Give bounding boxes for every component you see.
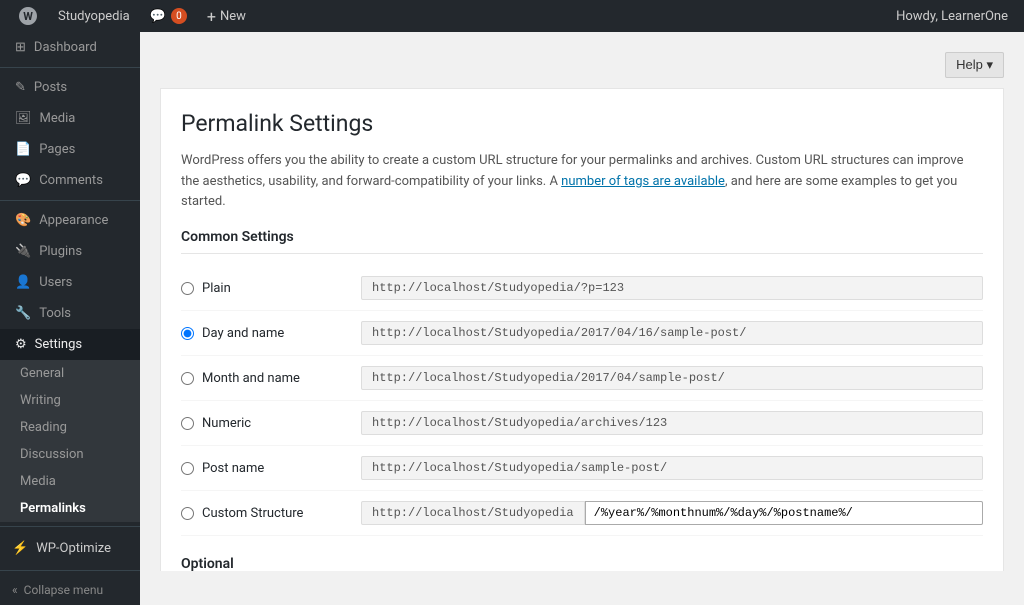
sidebar-item-posts[interactable]: ✎ Posts	[0, 72, 140, 103]
collapse-menu-button[interactable]: « Collapse menu	[0, 575, 140, 605]
intro-paragraph: WordPress offers you the ability to crea…	[181, 151, 983, 213]
site-name: Studyopedia	[58, 9, 130, 24]
new-content-item[interactable]: + New	[197, 0, 256, 32]
submenu-discussion[interactable]: Discussion	[0, 441, 140, 468]
post-name-url: http://localhost/Studyopedia/sample-post…	[361, 456, 983, 480]
numeric-label[interactable]: Numeric	[181, 416, 361, 431]
comments-item[interactable]: 💬 0	[140, 0, 197, 32]
sidebar-item-label: Tools	[39, 306, 71, 321]
permalink-row-post-name: Post name http://localhost/Studyopedia/s…	[181, 446, 983, 491]
post-name-label[interactable]: Post name	[181, 461, 361, 476]
custom-url-input[interactable]	[585, 501, 983, 525]
settings-icon: ⚙	[15, 337, 27, 352]
pages-icon: 📄	[15, 142, 31, 157]
site-name-item[interactable]: Studyopedia	[48, 0, 140, 32]
numeric-url: http://localhost/Studyopedia/archives/12…	[361, 411, 983, 435]
posts-icon: ✎	[15, 80, 26, 95]
page-title: Permalink Settings	[181, 109, 983, 139]
month-name-radio[interactable]	[181, 372, 194, 385]
settings-wrap: Permalink Settings WordPress offers you …	[160, 88, 1004, 571]
comment-icon: 💬	[150, 9, 166, 24]
day-name-label[interactable]: Day and name	[181, 326, 361, 341]
sidebar-item-label: Appearance	[39, 213, 108, 228]
main-content: Help ▾ Permalink Settings WordPress offe…	[140, 32, 1024, 571]
appearance-icon: 🎨	[15, 213, 31, 228]
plain-radio[interactable]	[181, 282, 194, 295]
plus-icon: +	[207, 7, 216, 26]
sidebar-item-label: Settings	[35, 337, 82, 352]
admin-bar: W Studyopedia 💬 0 + New Howdy, LearnerOn…	[0, 0, 1024, 32]
optional-title: Optional	[181, 556, 983, 571]
sidebar: ⊞ Dashboard ✎ Posts 🖼 Media 📄 Pages 💬 Co…	[0, 32, 140, 605]
submenu-reading[interactable]: Reading	[0, 414, 140, 441]
media-icon: 🖼	[15, 111, 32, 126]
comments-sidebar-icon: 💬	[15, 173, 31, 188]
tags-link[interactable]: number of tags are available	[561, 174, 725, 189]
collapse-icon: «	[12, 583, 18, 597]
sidebar-item-label: Media	[40, 111, 76, 126]
sidebar-item-label: Dashboard	[34, 40, 97, 55]
post-name-radio[interactable]	[181, 462, 194, 475]
sidebar-item-wp-optimize[interactable]: ⚡ WP-Optimize	[0, 531, 140, 566]
day-name-radio[interactable]	[181, 327, 194, 340]
wp-optimize-icon: ⚡	[12, 541, 28, 556]
wp-optimize-label: WP-Optimize	[36, 541, 111, 556]
submenu-writing[interactable]: Writing	[0, 387, 140, 414]
permalink-row-month-name: Month and name http://localhost/Studyope…	[181, 356, 983, 401]
sidebar-item-appearance[interactable]: 🎨 Appearance	[0, 205, 140, 236]
dashboard-icon: ⊞	[15, 40, 26, 55]
custom-url-base: http://localhost/Studyopedia	[361, 501, 585, 525]
custom-structure-text: Custom Structure	[202, 506, 303, 521]
month-name-label[interactable]: Month and name	[181, 371, 361, 386]
plain-label[interactable]: Plain	[181, 281, 361, 296]
sidebar-item-settings[interactable]: ⚙ Settings	[0, 329, 140, 360]
new-label: New	[220, 9, 246, 24]
sidebar-item-pages[interactable]: 📄 Pages	[0, 134, 140, 165]
svg-text:W: W	[23, 10, 33, 23]
permalink-row-custom: Custom Structure http://localhost/Studyo…	[181, 491, 983, 536]
howdy-text: Howdy, LearnerOne	[896, 9, 1016, 24]
tools-icon: 🔧	[15, 306, 31, 321]
month-name-url: http://localhost/Studyopedia/2017/04/sam…	[361, 366, 983, 390]
sidebar-item-dashboard[interactable]: ⊞ Dashboard	[0, 32, 140, 63]
comment-count: 0	[171, 8, 187, 24]
sidebar-item-tools[interactable]: 🔧 Tools	[0, 298, 140, 329]
sidebar-item-label: Plugins	[39, 244, 82, 259]
custom-label[interactable]: Custom Structure	[181, 506, 361, 521]
plain-url: http://localhost/Studyopedia/?p=123	[361, 276, 983, 300]
sidebar-item-users[interactable]: 👤 Users	[0, 267, 140, 298]
permalink-row-plain: Plain http://localhost/Studyopedia/?p=12…	[181, 266, 983, 311]
wp-logo-icon: W	[18, 6, 38, 26]
submenu-permalinks[interactable]: Permalinks	[0, 495, 140, 522]
day-name-url: http://localhost/Studyopedia/2017/04/16/…	[361, 321, 983, 345]
sidebar-item-media[interactable]: 🖼 Media	[0, 103, 140, 134]
custom-radio[interactable]	[181, 507, 194, 520]
sidebar-item-plugins[interactable]: 🔌 Plugins	[0, 236, 140, 267]
sidebar-item-label: Comments	[39, 173, 103, 188]
help-label: Help ▾	[956, 57, 993, 73]
collapse-label: Collapse menu	[24, 583, 103, 597]
sidebar-item-comments[interactable]: 💬 Comments	[0, 165, 140, 196]
sidebar-item-label: Users	[39, 275, 72, 290]
submenu-general[interactable]: General	[0, 360, 140, 387]
submenu-media[interactable]: Media	[0, 468, 140, 495]
plugins-icon: 🔌	[15, 244, 31, 259]
optional-section: Optional If you like, you may enter cust…	[181, 556, 983, 571]
common-settings-title: Common Settings	[181, 229, 983, 254]
sidebar-item-label: Pages	[39, 142, 75, 157]
help-button[interactable]: Help ▾	[945, 52, 1004, 78]
numeric-radio[interactable]	[181, 417, 194, 430]
wp-logo-item[interactable]: W	[8, 0, 48, 32]
settings-submenu: General Writing Reading Discussion Media…	[0, 360, 140, 522]
permalink-row-numeric: Numeric http://localhost/Studyopedia/arc…	[181, 401, 983, 446]
users-icon: 👤	[15, 275, 31, 290]
permalink-row-day-name: Day and name http://localhost/Studyopedi…	[181, 311, 983, 356]
sidebar-item-label: Posts	[34, 80, 67, 95]
